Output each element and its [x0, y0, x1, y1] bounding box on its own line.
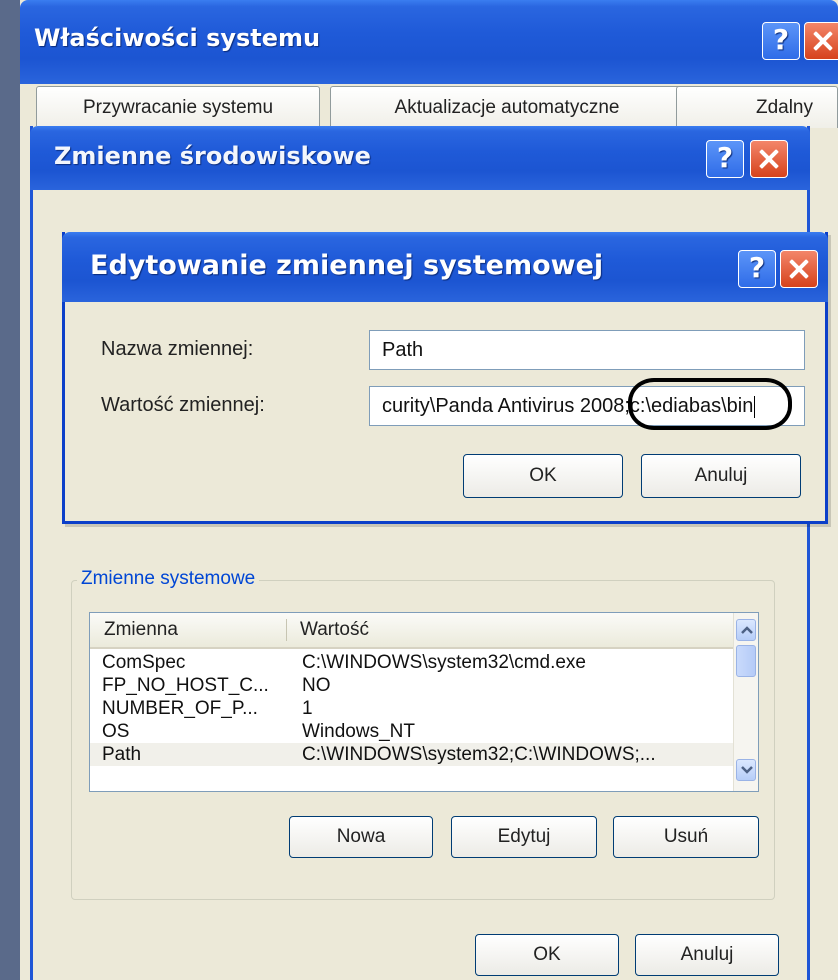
help-button[interactable]: ?	[738, 250, 776, 288]
tab-system-restore[interactable]: Przywracanie systemu	[36, 86, 320, 128]
highlight-annotation	[628, 378, 792, 430]
row-value: Windows_NT	[302, 721, 415, 742]
vertical-scrollbar[interactable]	[733, 613, 758, 791]
system-variables-label: Zmienne systemowe	[77, 568, 260, 590]
close-button[interactable]	[780, 250, 818, 288]
row-name: OS	[102, 721, 130, 742]
table-row[interactable]: FP_NO_HOST_C... NO	[90, 674, 734, 697]
close-button[interactable]	[750, 140, 788, 178]
row-value: C:\WINDOWS\system32\cmd.exe	[302, 652, 586, 673]
column-header-value[interactable]: Wartość	[300, 613, 369, 647]
tab-remote[interactable]: Zdalny	[676, 86, 838, 128]
row-name: Path	[102, 744, 142, 765]
variable-name-value: Path	[382, 339, 424, 361]
system-properties-titlebar[interactable]: Właściwości systemu ?	[20, 0, 838, 84]
scroll-down-button[interactable]	[736, 759, 756, 781]
variable-value-label: Wartość zmiennej:	[101, 394, 265, 416]
system-variables-list[interactable]: Zmienna Wartość ComSpec C:\WINDOWS\syste…	[89, 612, 759, 792]
row-value: C:\WINDOWS\system32;C:\WINDOWS;...	[302, 744, 656, 765]
edit-dialog-titlebar[interactable]: Edytowanie zmiennej systemowej ?	[62, 232, 828, 302]
table-row[interactable]: Path C:\WINDOWS\system32;C:\WINDOWS;...	[90, 743, 734, 766]
chevron-up-icon	[741, 626, 753, 634]
column-separator[interactable]	[286, 619, 287, 641]
table-row[interactable]: ComSpec C:\WINDOWS\system32\cmd.exe	[90, 651, 734, 674]
scroll-thumb[interactable]	[736, 645, 756, 677]
system-properties-title: Właściwości systemu	[34, 24, 321, 52]
help-button[interactable]: ?	[706, 140, 744, 178]
tab-automatic-updates[interactable]: Aktualizacje automatyczne	[330, 86, 684, 128]
row-name: ComSpec	[102, 652, 186, 673]
cancel-button[interactable]: Anuluj	[635, 934, 779, 976]
ok-button[interactable]: OK	[463, 454, 623, 498]
table-row[interactable]: NUMBER_OF_P... 1	[90, 697, 734, 720]
new-variable-button[interactable]: Nowa	[289, 816, 433, 858]
scroll-up-button[interactable]	[736, 619, 756, 641]
help-button[interactable]: ?	[762, 22, 800, 60]
cancel-button[interactable]: Anuluj	[641, 454, 801, 498]
close-button[interactable]	[804, 22, 838, 60]
row-name: NUMBER_OF_P...	[102, 698, 258, 719]
row-value: NO	[302, 675, 331, 696]
row-name: FP_NO_HOST_C...	[102, 675, 269, 696]
help-icon: ?	[716, 141, 734, 174]
chevron-down-icon	[741, 766, 753, 774]
delete-variable-button[interactable]: Usuń	[613, 816, 759, 858]
variable-name-label: Nazwa zmiennej:	[101, 338, 254, 360]
table-row[interactable]: OS Windows_NT	[90, 720, 734, 743]
row-value: 1	[302, 698, 313, 719]
environment-variables-titlebar[interactable]: Zmienne środowiskowe ?	[30, 126, 810, 190]
environment-variables-title: Zmienne środowiskowe	[54, 142, 371, 170]
edit-variable-button[interactable]: Edytuj	[451, 816, 597, 858]
help-icon: ?	[772, 23, 790, 56]
help-icon: ?	[748, 251, 766, 284]
list-header: Zmienna Wartość	[90, 613, 734, 649]
column-header-name[interactable]: Zmienna	[104, 613, 178, 647]
edit-dialog-title: Edytowanie zmiennej systemowej	[90, 250, 604, 281]
variable-name-field[interactable]: Path	[369, 330, 805, 370]
ok-button[interactable]: OK	[475, 934, 619, 976]
